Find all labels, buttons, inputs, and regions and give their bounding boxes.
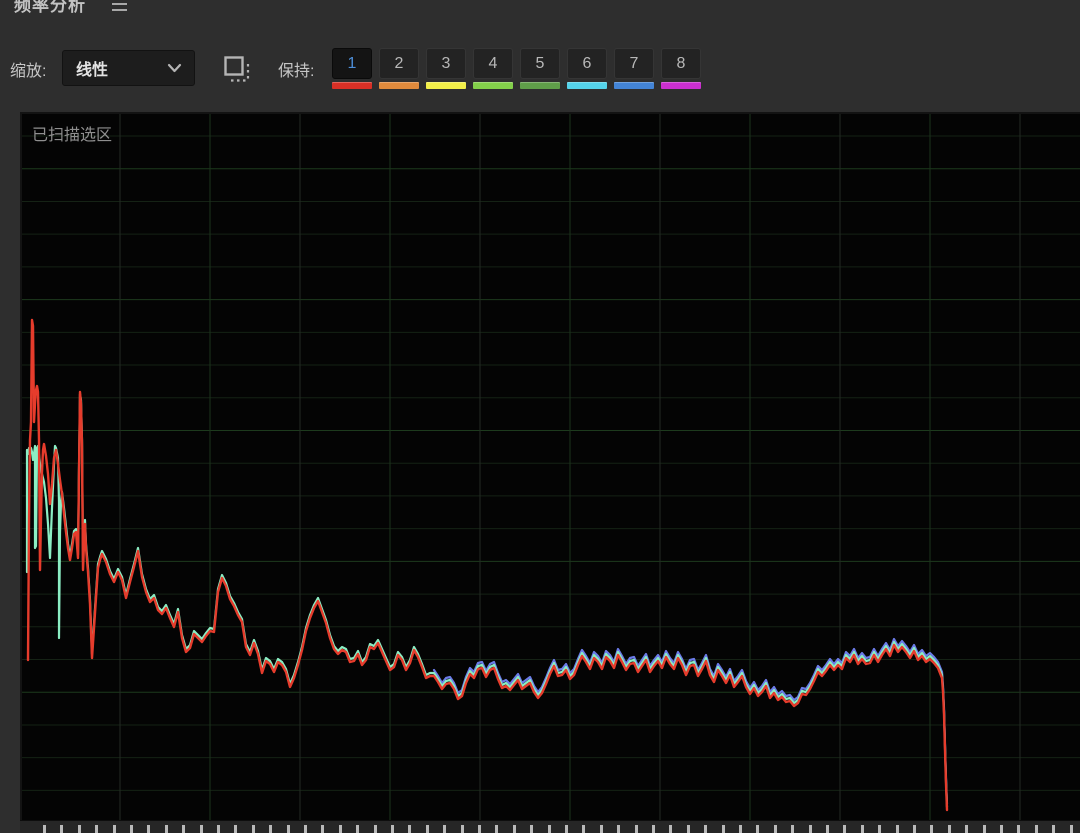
hold-color-swatch-3	[426, 82, 466, 89]
ruler-tick	[722, 825, 725, 833]
ruler-tick	[321, 825, 324, 833]
ruler-tick	[78, 825, 81, 833]
ruler-tick	[1070, 825, 1073, 833]
ruler-tick	[635, 825, 638, 833]
ruler-tick	[130, 825, 133, 833]
ruler-tick	[60, 825, 63, 833]
hold-button-8[interactable]: 8	[661, 48, 701, 79]
ruler-tick	[443, 825, 446, 833]
ruler-tick	[356, 825, 359, 833]
ruler-tick	[652, 825, 655, 833]
hold-button-1[interactable]: 1	[332, 48, 372, 79]
ruler-tick	[374, 825, 377, 833]
ruler-tick	[878, 825, 881, 833]
ruler-tick	[930, 825, 933, 833]
ruler-tick	[478, 825, 481, 833]
ruler-tick	[774, 825, 777, 833]
panel-menu-hamburger-icon[interactable]	[112, 0, 127, 11]
hold-button-4[interactable]: 4	[473, 48, 513, 79]
ruler-tick	[965, 825, 968, 833]
ruler-tick	[948, 825, 951, 833]
scale-select[interactable]: 线性	[62, 50, 195, 86]
hold-color-swatch-2	[379, 82, 419, 89]
ruler-tick	[826, 825, 829, 833]
hold-button-5[interactable]: 5	[520, 48, 560, 79]
ruler-tick	[530, 825, 533, 833]
chevron-down-icon	[167, 62, 182, 74]
scanned-selection-label: 已扫描选区	[32, 121, 112, 145]
ruler-tick	[461, 825, 464, 833]
hold-color-swatch-1	[332, 82, 372, 89]
toolbar: 缩放: 线性 保持: 12345678	[0, 44, 1080, 102]
ruler-tick	[600, 825, 603, 833]
ruler-tick	[1017, 825, 1020, 833]
ruler-tick	[565, 825, 568, 833]
hold-button-group: 12345678	[332, 48, 701, 89]
ruler-tick	[809, 825, 812, 833]
frequency-ruler	[20, 820, 1080, 833]
ruler-tick	[217, 825, 220, 833]
ruler-tick	[339, 825, 342, 833]
hold-item: 7	[614, 48, 654, 89]
ruler-tick	[1052, 825, 1055, 833]
spectrum-chart[interactable]: 已扫描选区	[20, 112, 1080, 820]
hold-label: 保持:	[278, 57, 314, 81]
ruler-tick	[513, 825, 516, 833]
ruler-tick	[548, 825, 551, 833]
ruler-tick	[1035, 825, 1038, 833]
hold-button-7[interactable]: 7	[614, 48, 654, 79]
ruler-tick	[704, 825, 707, 833]
ruler-tick	[113, 825, 116, 833]
ruler-tick	[582, 825, 585, 833]
hold-button-6[interactable]: 6	[567, 48, 607, 79]
ruler-tick	[896, 825, 899, 833]
ruler-tick	[843, 825, 846, 833]
ruler-tick	[861, 825, 864, 833]
hold-item: 2	[379, 48, 419, 89]
ruler-tick	[43, 825, 46, 833]
hold-item: 3	[426, 48, 466, 89]
hold-button-3[interactable]: 3	[426, 48, 466, 79]
hold-color-swatch-8	[661, 82, 701, 89]
ruler-tick	[687, 825, 690, 833]
ruler-tick	[147, 825, 150, 833]
hold-item: 5	[520, 48, 560, 89]
ruler-tick	[95, 825, 98, 833]
ruler-tick	[391, 825, 394, 833]
ruler-tick	[252, 825, 255, 833]
hold-button-2[interactable]: 2	[379, 48, 419, 79]
hold-color-swatch-7	[614, 82, 654, 89]
ruler-tick	[1000, 825, 1003, 833]
ruler-tick	[495, 825, 498, 833]
hold-item: 1	[332, 48, 372, 89]
hold-color-swatch-6	[567, 82, 607, 89]
ruler-tick	[913, 825, 916, 833]
ruler-tick	[269, 825, 272, 833]
ruler-tick	[408, 825, 411, 833]
hold-item: 8	[661, 48, 701, 89]
ruler-tick	[304, 825, 307, 833]
spectrum-svg	[22, 114, 1080, 822]
ruler-tick	[200, 825, 203, 833]
ruler-tick	[287, 825, 290, 833]
ruler-tick	[165, 825, 168, 833]
panel-titlebar: 频率分析	[0, 0, 1080, 16]
ruler-tick	[983, 825, 986, 833]
ruler-tick	[669, 825, 672, 833]
hold-item: 4	[473, 48, 513, 89]
panel-title: 频率分析	[14, 0, 86, 16]
ruler-tick	[426, 825, 429, 833]
scan-selection-icon[interactable]	[220, 52, 254, 86]
ruler-tick	[756, 825, 759, 833]
ruler-tick	[791, 825, 794, 833]
hold-color-swatch-5	[520, 82, 560, 89]
ruler-tick	[234, 825, 237, 833]
scale-label: 缩放:	[10, 57, 46, 81]
ruler-tick	[182, 825, 185, 833]
ruler-tick	[739, 825, 742, 833]
hold-color-swatch-4	[473, 82, 513, 89]
scale-select-value: 线性	[76, 56, 108, 80]
hold-item: 6	[567, 48, 607, 89]
ruler-tick	[617, 825, 620, 833]
